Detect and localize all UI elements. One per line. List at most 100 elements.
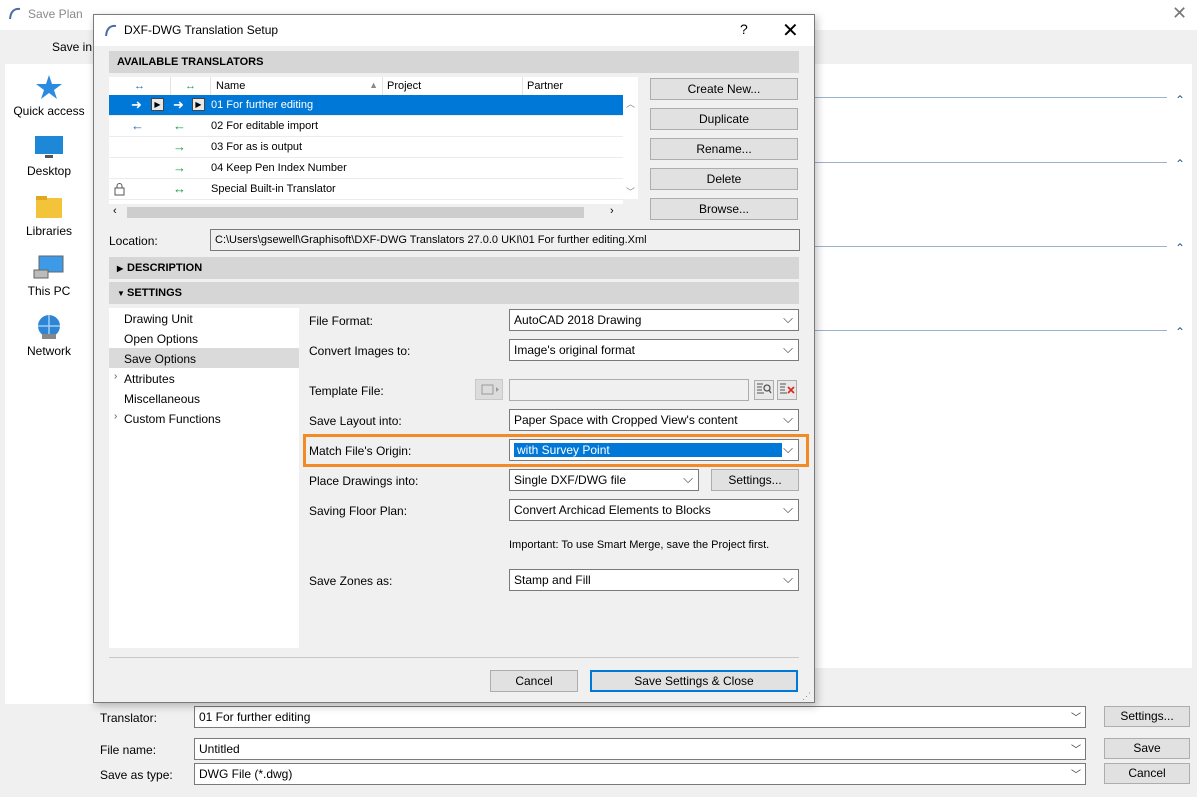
scroll-thumb[interactable] bbox=[127, 207, 584, 218]
translator-select[interactable]: 01 For further editing ﹀ bbox=[194, 706, 1086, 728]
convert-images-select[interactable]: Image's original format ⌵ bbox=[509, 339, 799, 361]
chevron-down-icon: ⌵ bbox=[783, 501, 793, 516]
close-icon[interactable]: ✕ bbox=[782, 18, 799, 43]
file-format-select[interactable]: AutoCAD 2018 Drawing ⌵ bbox=[509, 309, 799, 331]
nav-label: Open Options bbox=[124, 332, 199, 346]
place-libraries[interactable]: Libraries bbox=[5, 194, 93, 238]
match-origin-select[interactable]: with Survey Point ⌵ bbox=[509, 439, 799, 461]
save-button[interactable]: Save bbox=[1104, 738, 1190, 759]
save-layout-select[interactable]: Paper Space with Cropped View's content ⌵ bbox=[509, 409, 799, 431]
collapse-caret-icon[interactable]: ⌃ bbox=[1175, 93, 1185, 107]
nav-item-attributes[interactable]: › Attributes bbox=[109, 368, 299, 388]
nav-label: Miscellaneous bbox=[124, 392, 201, 406]
nav-item-open-options[interactable]: Open Options bbox=[109, 328, 299, 348]
file-format-label: File Format: bbox=[309, 314, 374, 328]
translator-name: 01 For further editing bbox=[211, 99, 314, 111]
browse-template-icon[interactable] bbox=[754, 380, 774, 400]
scroll-down-icon[interactable]: ﹀ bbox=[626, 185, 635, 198]
place-desktop[interactable]: Desktop bbox=[5, 134, 93, 178]
header-label: DESCRIPTION bbox=[127, 262, 203, 274]
location-field: C:\Users\gsewell\Graphisoft\DXF-DWG Tran… bbox=[210, 229, 800, 251]
nav-item-miscellaneous[interactable]: Miscellaneous bbox=[109, 388, 299, 408]
save-settings-close-button[interactable]: Save Settings & Close bbox=[590, 670, 798, 692]
translator-settings-button[interactable]: Settings... bbox=[1104, 706, 1190, 727]
saveastype-select[interactable]: DWG File (*.dwg) ﹀ bbox=[194, 763, 1086, 785]
help-button[interactable]: ? bbox=[740, 21, 748, 37]
place-quick-access[interactable]: Quick access bbox=[5, 74, 93, 118]
save-zones-select[interactable]: Stamp and Fill ⌵ bbox=[509, 569, 799, 591]
chevron-down-icon: ⌵ bbox=[783, 341, 793, 356]
select-value: Stamp and Fill bbox=[514, 573, 591, 587]
translator-row[interactable]: → 03 For as is output bbox=[109, 137, 623, 158]
nav-label: Attributes bbox=[124, 372, 175, 386]
cancel-button[interactable]: Cancel bbox=[1104, 763, 1190, 784]
saving-floor-plan-select[interactable]: Convert Archicad Elements to Blocks ⌵ bbox=[509, 499, 799, 521]
convert-images-label: Convert Images to: bbox=[309, 344, 411, 358]
column-header-project[interactable]: Project bbox=[383, 77, 523, 95]
translators-table: ↔ ↔ Name ▲ Project Partner ➜ ▶ ➜ ▶ 01 For… bbox=[109, 77, 623, 220]
select-value: AutoCAD 2018 Drawing bbox=[514, 313, 642, 327]
place-drawings-select[interactable]: Single DXF/DWG file ⌵ bbox=[509, 469, 699, 491]
collapse-caret-icon[interactable]: ⌃ bbox=[1175, 157, 1185, 171]
scroll-up-icon[interactable]: ︿ bbox=[626, 97, 635, 110]
browse-button[interactable]: Browse... bbox=[650, 198, 798, 220]
saveastype-label: Save as type: bbox=[100, 768, 173, 782]
column-header-partner[interactable]: Partner bbox=[523, 77, 623, 95]
nav-label: Drawing Unit bbox=[124, 312, 193, 326]
smart-merge-note: Important: To use Smart Merge, save the … bbox=[509, 539, 770, 551]
resize-grip-icon[interactable]: ⋰ bbox=[802, 691, 811, 702]
scroll-left-icon[interactable]: ‹ bbox=[113, 205, 117, 217]
place-drawings-settings-button[interactable]: Settings... bbox=[711, 469, 799, 491]
libraries-icon bbox=[36, 196, 62, 218]
table-vertical-scrollbar[interactable]: ︿ ﹀ bbox=[623, 77, 638, 199]
settings-header[interactable]: ▼ SETTINGS bbox=[109, 282, 799, 304]
group-separator bbox=[815, 330, 1167, 331]
translator-name: 02 For editable import bbox=[211, 120, 318, 132]
play-icon: ▶ bbox=[192, 98, 205, 111]
collapse-caret-icon[interactable]: ⌃ bbox=[1175, 325, 1185, 339]
saving-floor-plan-label: Saving Floor Plan: bbox=[309, 504, 408, 518]
delete-button[interactable]: Delete bbox=[650, 168, 798, 190]
duplicate-button[interactable]: Duplicate bbox=[650, 108, 798, 130]
nav-item-custom-functions[interactable]: › Custom Functions bbox=[109, 408, 299, 428]
translator-value: 01 For further editing bbox=[199, 710, 311, 724]
translator-row[interactable]: ➜ ▶ ➜ ▶ 01 For further editing bbox=[109, 95, 623, 116]
chevron-right-icon: › bbox=[114, 371, 118, 382]
rename-button[interactable]: Rename... bbox=[650, 138, 798, 160]
place-this-pc[interactable]: This PC bbox=[5, 254, 93, 298]
collapse-caret-icon[interactable]: ⌃ bbox=[1175, 241, 1185, 255]
create-new-button[interactable]: Create New... bbox=[650, 78, 798, 100]
column-header-name[interactable]: Name ▲ bbox=[211, 77, 383, 95]
clear-template-icon[interactable] bbox=[777, 380, 797, 400]
settings-nav: Drawing Unit Open Options Save Options ›… bbox=[109, 308, 299, 648]
cancel-button[interactable]: Cancel bbox=[490, 670, 578, 692]
place-label: Network bbox=[26, 344, 71, 358]
filename-input[interactable]: Untitled ﹀ bbox=[194, 738, 1086, 760]
collapse-triangle-icon: ▼ bbox=[117, 289, 125, 298]
star-icon bbox=[36, 75, 62, 99]
chevron-down-icon: ⌵ bbox=[783, 311, 793, 326]
select-value: Paper Space with Cropped View's content bbox=[514, 413, 738, 427]
network-icon bbox=[38, 315, 60, 339]
nav-item-save-options[interactable]: Save Options bbox=[109, 348, 299, 368]
translator-row[interactable]: ↔ Special Built-in Translator bbox=[109, 179, 623, 200]
save-direction-col-icon: ↔ bbox=[171, 77, 211, 95]
save-plan-title: Save Plan bbox=[28, 7, 83, 21]
save-plan-close-icon[interactable]: ✕ bbox=[1172, 3, 1187, 24]
select-value: Convert Archicad Elements to Blocks bbox=[514, 503, 711, 517]
place-network[interactable]: Network bbox=[5, 314, 93, 358]
chevron-down-icon: ﹀ bbox=[1071, 770, 1081, 781]
scroll-right-icon[interactable]: › bbox=[610, 205, 614, 217]
description-header[interactable]: ▶ DESCRIPTION bbox=[109, 257, 799, 279]
nav-item-drawing-unit[interactable]: Drawing Unit bbox=[109, 308, 299, 328]
open-arrow-icon: ➜ bbox=[131, 97, 142, 112]
archicad-logo-icon bbox=[105, 24, 117, 37]
save-arrow-icon: ↔ bbox=[173, 181, 186, 196]
group-separator bbox=[815, 162, 1167, 163]
footer-divider bbox=[109, 657, 799, 658]
filename-value: Untitled bbox=[199, 742, 240, 756]
available-translators-header: AVAILABLE TRANSLATORS bbox=[109, 51, 799, 73]
translator-row[interactable]: ← ← 02 For editable import bbox=[109, 116, 623, 137]
translator-row[interactable]: → 04 Keep Pen Index Number bbox=[109, 158, 623, 179]
folder-icon[interactable] bbox=[475, 379, 503, 400]
